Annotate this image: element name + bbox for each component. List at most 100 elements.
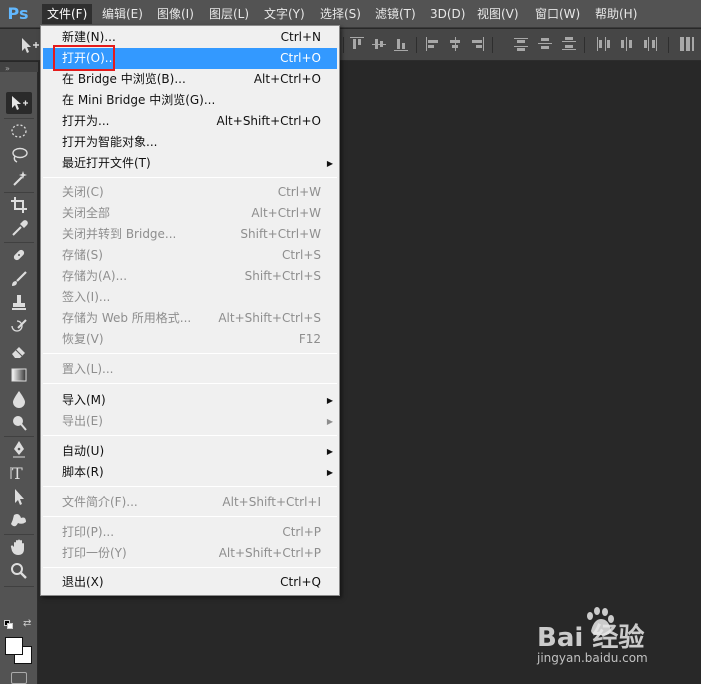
menu-help[interactable]: 帮助(H) [590,4,642,24]
menu-select[interactable]: 选择(S) [315,4,366,24]
move-tool-icon[interactable] [6,92,32,114]
menu-item-browse-in-bridge[interactable]: 在 Bridge 中浏览(B)... Alt+Ctrl+O [43,69,337,90]
svg-text:T: T [12,464,23,482]
healing-brush-tool-icon[interactable] [6,244,32,266]
distribute-bottom-icon[interactable] [562,37,576,51]
menu-item-open[interactable]: 打开(O)... Ctrl+O [43,48,337,69]
swap-colors-icon[interactable]: ⇄ [23,618,31,629]
menu-separator [43,435,337,436]
svg-text:»: » [5,64,10,73]
options-separator [584,37,585,53]
submenu-arrow-icon: ▶ [326,417,333,426]
tool-separator [4,242,34,243]
options-separator [416,37,417,53]
photoshop-logo: Ps [7,4,29,23]
menu-item-open-as-smart-object[interactable]: 打开为智能对象... [43,132,337,153]
clone-stamp-tool-icon[interactable] [6,292,32,314]
menu-item-close-and-go-to-bridge: 关闭并转到 Bridge... Shift+Ctrl+W [62,227,321,241]
menu-separator [43,516,337,517]
blur-tool-icon[interactable] [6,388,32,410]
menu-item-check-in: 签入(I)... [62,290,111,304]
panel-grip[interactable]: » [0,62,38,73]
file-menu-dropdown: 新建(N)... Ctrl+N 打开(O)... Ctrl+O 在 Bridge 中… [40,25,340,596]
distribute-left-icon[interactable] [596,37,610,51]
menu-view[interactable]: 视图(V) [472,4,524,24]
menu-edit[interactable]: 编辑(E) [97,4,148,24]
tool-separator [4,436,34,437]
align-right-icon[interactable] [470,37,484,51]
menu-type[interactable]: 文字(Y) [259,4,310,24]
auto-align-layers-icon[interactable] [680,37,694,51]
menu-item-browse-in-mini-bridge[interactable]: 在 Mini Bridge 中浏览(G)... [43,90,337,111]
watermark-url: jingyan.baidu.com [537,651,648,665]
menu-item-open-as[interactable]: 打开为... Alt+Shift+Ctrl+O [43,111,337,132]
distribute-vertical-center-icon[interactable] [538,37,552,51]
eraser-tool-icon[interactable] [6,340,32,362]
crop-tool-icon[interactable] [6,194,32,216]
menu-item-place: 置入(L)... [62,362,114,376]
menu-item-automate[interactable]: 自动(U) ▶ [43,441,337,462]
align-vertical-center-icon[interactable] [372,37,386,51]
foreground-color-swatch[interactable] [5,637,23,655]
menu-item-revert: 恢复(V) F12 [62,332,321,346]
menu-separator [43,383,337,384]
menu-item-new[interactable]: 新建(N)... Ctrl+N [43,27,337,48]
distribute-horizontal-center-icon[interactable] [620,37,634,51]
eyedropper-tool-icon[interactable] [6,218,32,240]
gradient-tool-icon[interactable] [6,364,32,386]
menu-item-import[interactable]: 导入(M) ▶ [43,390,337,411]
tool-separator [4,118,34,119]
menu-separator [43,353,337,354]
options-separator [492,37,493,53]
tools-panel: » T ⇄ [0,62,38,684]
menu-item-close-all: 关闭全部 Alt+Ctrl+W [62,206,321,220]
menu-item-exit[interactable]: 退出(X) Ctrl+Q [43,572,337,593]
menu-filter[interactable]: 滤镜(T) [370,4,421,24]
menu-image[interactable]: 图像(I) [152,4,199,24]
menu-separator [43,567,337,568]
submenu-arrow-icon: ▶ [326,396,333,405]
options-separator [668,37,669,53]
type-tool-icon[interactable]: T [6,462,32,484]
distribute-top-icon[interactable] [514,37,528,51]
menu-3d[interactable]: 3D(D) [425,4,470,24]
align-bottom-icon[interactable] [394,37,408,51]
options-separator [343,37,344,53]
menu-item-print: 打印(P)... Ctrl+P [62,525,321,539]
lasso-tool-icon[interactable] [6,144,32,166]
align-left-icon[interactable] [426,37,440,51]
menu-item-scripts[interactable]: 脚本(R) ▶ [43,462,337,483]
menu-item-save-as: 存储为(A)... Shift+Ctrl+S [62,269,321,283]
menu-item-close: 关闭(C) Ctrl+W [62,185,321,199]
align-horizontal-center-icon[interactable] [448,37,462,51]
default-colors-icon[interactable] [4,620,14,630]
zoom-tool-icon[interactable] [6,560,32,582]
tool-separator [4,192,34,193]
align-top-icon[interactable] [350,37,364,51]
menu-bar: Ps 文件(F) 编辑(E) 图像(I) 图层(L) 文字(Y) 选择(S) 滤… [0,0,701,28]
menu-item-export: 导出(E) ▶ [43,411,337,432]
menu-item-open-recent[interactable]: 最近打开文件(T) ▶ [43,153,337,174]
tool-separator [4,534,34,535]
quick-mask-icon[interactable] [11,672,27,684]
path-selection-tool-icon[interactable] [6,486,32,508]
pen-tool-icon[interactable] [6,438,32,460]
submenu-arrow-icon: ▶ [326,159,333,168]
menu-layer[interactable]: 图层(L) [204,4,254,24]
hand-tool-icon[interactable] [6,536,32,558]
menu-window[interactable]: 窗口(W) [530,4,585,24]
menu-item-save-for-web: 存储为 Web 所用格式... Alt+Shift+Ctrl+S [62,311,321,325]
distribute-right-icon[interactable] [644,37,658,51]
dodge-tool-icon[interactable] [6,412,32,434]
menu-file[interactable]: 文件(F) [42,4,93,24]
menu-item-save: 存储(S) Ctrl+S [62,248,321,262]
menu-separator [43,177,337,178]
magic-wand-tool-icon[interactable] [6,168,32,190]
menu-item-print-one-copy: 打印一份(Y) Alt+Shift+Ctrl+P [62,546,321,560]
brush-tool-icon[interactable] [6,268,32,290]
move-tool-preset-icon[interactable] [18,35,42,55]
watermark-logo: Bai 经验 [537,623,645,653]
marquee-tool-icon[interactable] [6,120,32,142]
history-brush-tool-icon[interactable] [6,316,32,338]
custom-shape-tool-icon[interactable] [6,510,32,532]
